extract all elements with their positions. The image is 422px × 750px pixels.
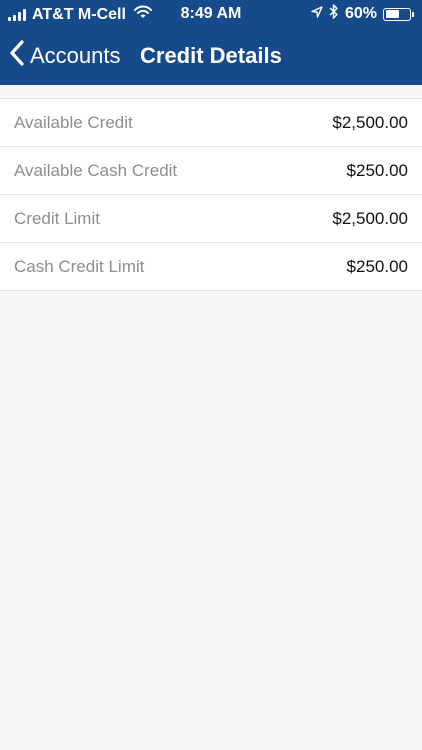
page-title: Credit Details (140, 43, 282, 68)
battery-icon (383, 7, 414, 21)
list-item-label: Available Cash Credit (14, 161, 178, 180)
back-button[interactable]: Accounts (10, 40, 121, 71)
back-button-label: Accounts (30, 42, 121, 68)
list-item-value: $250.00 (346, 257, 408, 276)
list-item-label: Available Credit (14, 113, 133, 132)
chevron-left-icon (10, 40, 24, 71)
list-item-value: $2,500.00 (332, 113, 408, 132)
credit-details-list: Available Credit $2,500.00 Available Cas… (0, 98, 422, 291)
list-item: Credit Limit $2,500.00 (0, 195, 422, 243)
status-bar-right: 60% (311, 4, 414, 24)
list-item: Cash Credit Limit $250.00 (0, 243, 422, 291)
app-header: AT&T M-Cell 8:49 AM 60% Accounts Credit … (0, 0, 422, 85)
list-item-value: $250.00 (346, 161, 408, 180)
status-bar: AT&T M-Cell 8:49 AM 60% (0, 0, 422, 28)
list-item-value: $2,500.00 (332, 209, 408, 228)
battery-percent: 60% (344, 5, 377, 22)
list-item: Available Cash Credit $250.00 (0, 147, 422, 195)
navigation-bar: Accounts Credit Details (0, 32, 422, 78)
list-item-label: Credit Limit (14, 209, 100, 228)
list-item-label: Cash Credit Limit (14, 257, 145, 276)
list-item: Available Credit $2,500.00 (0, 99, 422, 147)
bluetooth-icon (329, 4, 339, 24)
location-arrow-icon (311, 5, 323, 23)
